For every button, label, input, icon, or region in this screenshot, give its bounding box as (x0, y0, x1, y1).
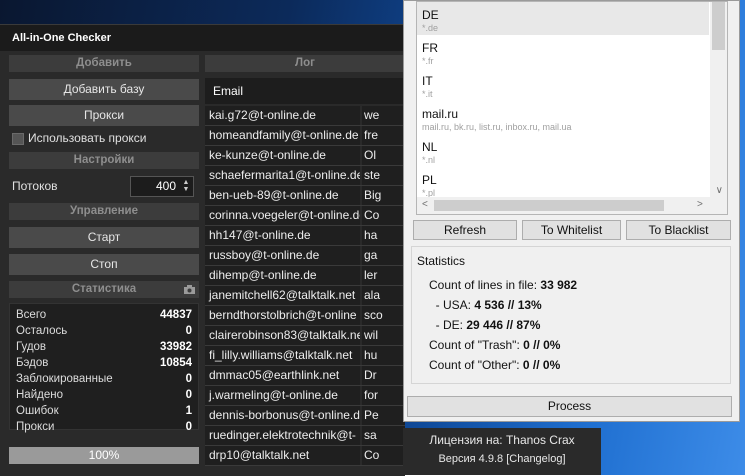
section-settings: Настройки (9, 152, 199, 169)
stat-line: Count of "Other": 0 // 0% (429, 358, 561, 372)
stat-row: Бэдов 10854 (16, 357, 192, 369)
proxy-button[interactable]: Прокси (9, 105, 199, 126)
start-button[interactable]: Старт (9, 227, 199, 248)
list-item[interactable]: DE *.de (417, 2, 709, 35)
stat-row: Гудов 33982 (16, 341, 192, 353)
stat-line: Count of lines in file: 33 982 (429, 278, 578, 292)
camera-icon[interactable] (184, 281, 195, 298)
chevron-right-icon[interactable]: > (697, 199, 703, 210)
table-row[interactable]: hh147@t-online.de ha (205, 226, 405, 246)
process-button[interactable]: Process (407, 396, 732, 417)
license-footer: Лицензия на: Thanos Crax Версия 4.9.8 [C… (403, 428, 601, 475)
use-proxy-checkbox[interactable] (12, 133, 24, 145)
table-row[interactable]: drp10@talktalk.net Co (205, 446, 405, 466)
refresh-button[interactable]: Refresh (413, 220, 517, 240)
table-row[interactable]: clairerobinson83@talktalk.net wil (205, 326, 405, 346)
version-changelog-link[interactable]: Версия 4.9.8 [Changelog] (403, 453, 601, 465)
threads-value: 400 (155, 179, 176, 193)
progress-bar: 100% (9, 447, 199, 464)
section-stats: Статистика (9, 281, 199, 298)
stat-line: Count of "Trash": 0 // 0% (429, 338, 561, 352)
list-item[interactable]: IT *.it (417, 68, 709, 101)
section-stats-label: Статистика (71, 283, 137, 295)
list-item[interactable]: FR *.fr (417, 35, 709, 68)
table-row[interactable]: dmmac05@earthlink.net Dr (205, 366, 405, 386)
table-row[interactable]: janemitchell62@talktalk.net ala (205, 286, 405, 306)
spin-arrows-icon[interactable]: ▲ ▼ (181, 179, 191, 193)
to-whitelist-button[interactable]: To Whitelist (522, 220, 621, 240)
stat-row: Всего 44837 (16, 309, 192, 321)
app-window: All-in-One Checker Добавить Добавить баз… (0, 24, 405, 476)
table-row[interactable]: russboy@t-online.de ga (205, 246, 405, 266)
stats-box: Всего 44837 Осталось 0 Гудов 33982 Бэдов 108… (9, 303, 199, 433)
table-row[interactable]: ke-kunze@t-online.de Ol (205, 146, 405, 166)
scroll-thumb[interactable] (434, 200, 664, 211)
table-row[interactable]: ben-ueb-89@t-online.de Big (205, 186, 405, 206)
stat-line: - USA: 4 536 // 13% (429, 298, 542, 312)
stat-row: Прокси 0 (16, 421, 192, 433)
threads-input[interactable]: 400 ▲ ▼ (130, 176, 194, 197)
stat-line: - DE: 29 446 // 87% (429, 318, 541, 332)
table-row[interactable]: schaefermarita1@t-online.de ste (205, 166, 405, 186)
table-row[interactable]: corinna.voegeler@t-online.de Co (205, 206, 405, 226)
table-row[interactable]: dihemp@t-online.de ler (205, 266, 405, 286)
stat-row: Найдено 0 (16, 389, 192, 401)
stat-row: Ошибок 1 (16, 405, 192, 417)
table-row[interactable]: kai.g72@t-online.de we (205, 106, 405, 126)
section-control: Управление (9, 203, 199, 220)
horizontal-scrollbar[interactable]: < > (417, 197, 727, 214)
list-item[interactable]: PL *.pl (417, 167, 709, 200)
stat-row: Осталось 0 (16, 325, 192, 337)
table-row[interactable]: dennis-borbonus@t-online.de Pe (205, 406, 405, 426)
statistics-title: Statistics (417, 254, 466, 268)
column-email-header[interactable]: Email (205, 78, 405, 104)
stop-button[interactable]: Стоп (9, 254, 199, 275)
list-item[interactable]: mail.ru mail.ru, bk.ru, list.ru, inbox.ru… (417, 101, 709, 134)
use-proxy-label: Использовать прокси (28, 131, 147, 145)
vertical-scrollbar[interactable]: ∨ (710, 2, 727, 198)
scroll-thumb[interactable] (712, 2, 725, 50)
table-row[interactable]: ruedinger.elektrotechnik@t-sa (205, 426, 405, 446)
threads-label: Потоков (12, 179, 58, 193)
to-blacklist-button[interactable]: To Blacklist (626, 220, 731, 240)
license-owner: Лицензия на: Thanos Crax (429, 433, 575, 447)
table-row[interactable]: fi_lilly.williams@talktalk.net hu (205, 346, 405, 366)
window-title: All-in-One Checker (0, 25, 405, 51)
table-row[interactable]: homeandfamily@t-online.de fre (205, 126, 405, 146)
chevron-left-icon[interactable]: < (422, 199, 428, 210)
statistics-group: Statistics Count of lines in file: 33 98… (411, 246, 731, 384)
domain-list: DE *.de FR *.fr IT *.it mail.ru mail.ru, bk.… (416, 1, 728, 215)
add-base-button[interactable]: Добавить базу (9, 79, 199, 100)
table-row[interactable]: berndthorstolbrich@t-online sco (205, 306, 405, 326)
log-header: Лог (205, 55, 405, 72)
table-row[interactable]: j.warmeling@t-online.de for (205, 386, 405, 406)
domain-filter-window: DE *.de FR *.fr IT *.it mail.ru mail.ru, bk.… (403, 0, 740, 422)
section-add: Добавить (9, 55, 199, 72)
stat-row: Заблокированные 0 (16, 373, 192, 385)
list-item[interactable]: NL *.nl (417, 134, 709, 167)
chevron-down-icon[interactable]: ∨ (716, 185, 723, 196)
